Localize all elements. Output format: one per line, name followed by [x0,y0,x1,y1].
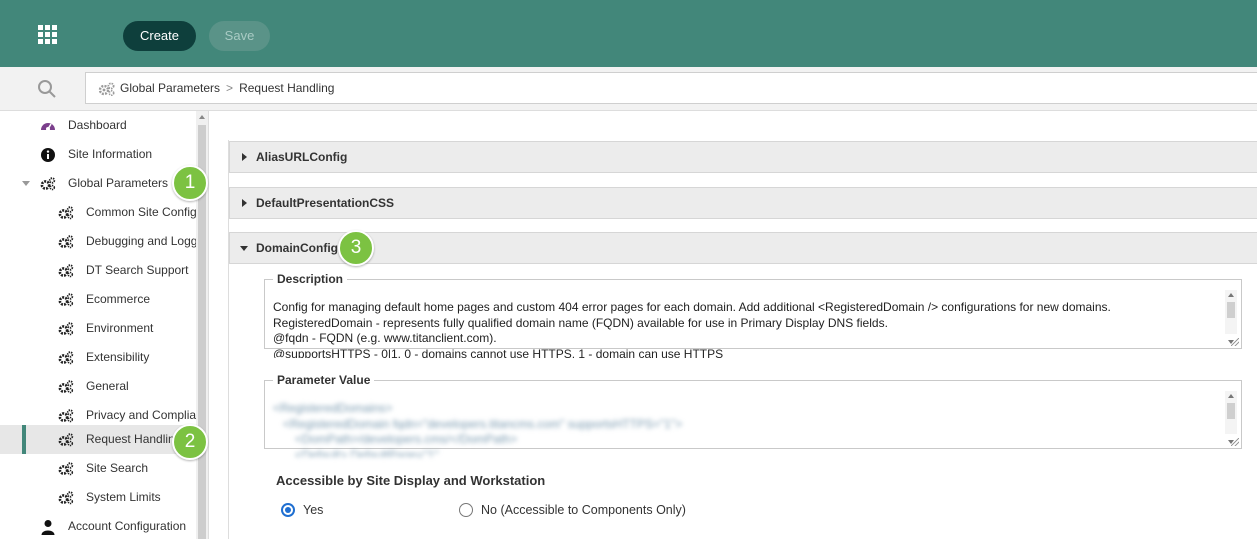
sidebar-item-dashboard[interactable]: Dashboard [0,111,196,140]
dashboard-gauge-icon [41,123,55,131]
accessible-by-label: Accessible by Site Display and Workstati… [276,473,546,488]
gears-icon [58,322,74,336]
top-toolbar: Create Save [0,0,1257,67]
gears-icon [58,491,74,505]
callout-badge-2: 2 [172,424,208,460]
parameter-value-field: Parameter Value <RegisteredDomains> <Reg… [264,373,1242,457]
sidebar-item-general[interactable]: General [0,372,196,401]
parameter-value-textarea[interactable]: <RegisteredDomains> <RegisteredDomain fq… [273,401,1211,457]
sidebar-item-environment[interactable]: Environment [0,314,196,343]
info-icon [41,148,55,162]
sidebar-item-ecommerce[interactable]: Ecommerce [0,285,196,314]
gears-icon [58,235,74,249]
parameter-value-legend: Parameter Value [277,373,371,387]
sidebar-item-system-limits[interactable]: System Limits [0,483,196,512]
sidebar-item-request-handling[interactable]: Request Handling [0,425,196,454]
scroll-up-arrow-icon[interactable] [199,115,205,119]
resize-grip-icon[interactable] [1231,438,1239,446]
save-button[interactable]: Save [209,21,270,51]
sidebar-item-debugging-and-logging[interactable]: Debugging and Logging [0,227,196,256]
gears-icon [58,264,74,278]
section-domain-config[interactable]: DomainConfig [229,232,1257,264]
scrollbar-thumb[interactable] [1227,302,1235,318]
callout-badge-1: 1 [172,165,208,201]
sidebar-item-dt-search-support[interactable]: DT Search Support [0,256,196,285]
sidebar-item-extensibility[interactable]: Extensibility [0,343,196,372]
caret-down-icon [240,246,248,251]
breadcrumb-current: Request Handling [239,81,335,95]
create-button[interactable]: Create [123,21,196,51]
sidebar-item-site-information[interactable]: Site Information [0,140,196,169]
radio-unselected-icon[interactable] [459,503,473,517]
sidebar-item-common-site-config[interactable]: Common Site Config [0,198,196,227]
gears-icon [58,293,74,307]
resize-grip-icon[interactable] [1231,338,1239,346]
gears-icon [98,82,115,96]
description-textarea[interactable]: Config for managing default home pages a… [273,300,1211,358]
sidebar-item-account-configuration[interactable]: Account Configuration [0,512,196,539]
breadcrumb-root[interactable]: Global Parameters [120,81,220,95]
breadcrumb-separator: > [226,81,234,95]
search-icon[interactable] [36,78,58,100]
gears-icon [58,409,74,423]
section-alias-url-config[interactable]: AliasURLConfig [229,141,1257,173]
user-icon [41,520,55,535]
description-scrollbar[interactable] [1225,290,1237,344]
gears-icon [40,177,56,191]
gears-icon [58,462,74,476]
parameter-value-scrollbar[interactable] [1225,391,1237,444]
gears-icon [58,433,74,447]
breadcrumb: Global Parameters > Request Handling [85,72,1257,104]
scrollbar-thumb[interactable] [1227,403,1235,419]
app-grid-icon[interactable] [38,25,58,45]
sidebar-item-site-search[interactable]: Site Search [0,454,196,483]
gears-icon [58,351,74,365]
section-default-presentation-css[interactable]: DefaultPresentationCSS [229,187,1257,219]
sidebar-item-global-parameters[interactable]: Global Parameters [0,169,196,198]
chevron-down-icon[interactable] [22,181,30,186]
description-field: Description Config for managing default … [264,272,1242,358]
caret-right-icon [242,153,247,161]
callout-badge-3: 3 [338,230,374,266]
scroll-up-arrow-icon[interactable] [1228,293,1234,297]
description-legend: Description [277,272,344,286]
radio-selected-icon[interactable] [281,503,295,517]
gears-icon [58,206,74,220]
scroll-up-arrow-icon[interactable] [1228,394,1234,398]
caret-right-icon [242,199,247,207]
gears-icon [58,380,74,394]
